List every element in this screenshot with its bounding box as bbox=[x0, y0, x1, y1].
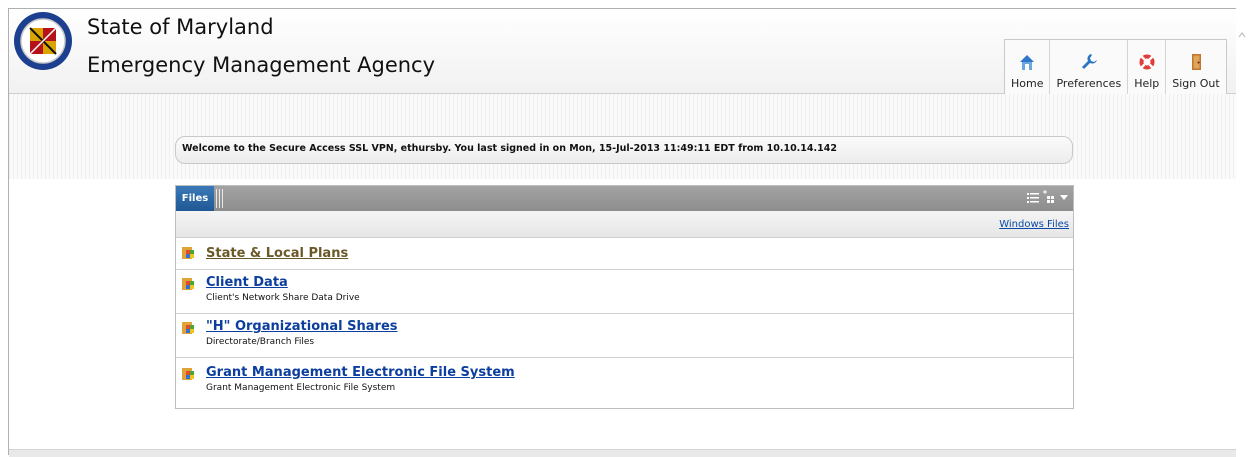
file-description: Client's Network Share Data Drive bbox=[206, 293, 360, 303]
file-description: Directorate/Branch Files bbox=[206, 337, 315, 347]
nav-help-label: Help bbox=[1134, 77, 1160, 90]
welcome-banner: Welcome to the Secure Access SSL VPN, et… bbox=[175, 136, 1073, 164]
windows-share-icon bbox=[182, 278, 194, 290]
nav-home-label: Home bbox=[1011, 77, 1044, 90]
agency-seal-logo bbox=[14, 12, 72, 70]
windows-share-icon bbox=[182, 247, 194, 259]
panel-toolbar bbox=[1027, 190, 1069, 204]
title-line-1: State of Maryland bbox=[87, 15, 274, 39]
page-header: State of Maryland Emergency Management A… bbox=[9, 9, 1236, 94]
file-link-state-local-plans[interactable]: State & Local Plans bbox=[206, 246, 348, 261]
windows-files-link[interactable]: Windows Files bbox=[999, 219, 1069, 230]
file-link-grant-management[interactable]: Grant Management Electronic File System bbox=[206, 365, 515, 380]
nav-help-button[interactable]: Help bbox=[1127, 40, 1165, 94]
nav-preferences-label: Preferences bbox=[1056, 77, 1122, 90]
file-link-h-organizational-shares[interactable]: "H" Organizational Shares bbox=[206, 319, 398, 334]
file-description: Grant Management Electronic File System bbox=[206, 383, 396, 393]
list-item: Client Data Client's Network Share Data … bbox=[176, 270, 1073, 314]
list-item: State & Local Plans bbox=[176, 238, 1073, 270]
nav-sign-out-label: Sign Out bbox=[1172, 77, 1220, 90]
panel-grip-handle bbox=[216, 189, 224, 208]
main-content: Welcome to the Secure Access SSL VPN, et… bbox=[9, 94, 1236, 449]
files-subbar: Windows Files bbox=[176, 211, 1073, 238]
nav-sign-out-button[interactable]: Sign Out bbox=[1165, 40, 1225, 94]
file-link-client-data[interactable]: Client Data bbox=[206, 275, 288, 290]
page-footer-bar bbox=[9, 449, 1236, 457]
list-item: "H" Organizational Shares Directorate/Br… bbox=[176, 314, 1073, 358]
add-item-icon[interactable] bbox=[1043, 190, 1055, 204]
files-panel: Files Windows Files State & Local Plans … bbox=[175, 185, 1074, 409]
nav-preferences-button[interactable]: Preferences bbox=[1049, 40, 1127, 94]
windows-share-icon bbox=[182, 322, 194, 334]
vpn-portal-window: State of Maryland Emergency Management A… bbox=[8, 8, 1236, 457]
wrench-icon bbox=[1081, 54, 1097, 69]
list-view-icon[interactable] bbox=[1027, 191, 1039, 203]
top-navigation: Home Preferences Help Sign Out bbox=[1004, 39, 1227, 94]
tab-files[interactable]: Files bbox=[176, 186, 214, 211]
list-item: Grant Management Electronic File System … bbox=[176, 358, 1073, 408]
scrollbar-arrow-icon[interactable] bbox=[1238, 30, 1246, 40]
files-panel-header: Files bbox=[176, 186, 1073, 211]
title-line-2: Emergency Management Agency bbox=[87, 53, 436, 77]
windows-share-icon bbox=[182, 368, 194, 380]
door-icon bbox=[1191, 54, 1201, 70]
home-icon bbox=[1020, 55, 1035, 70]
nav-home-button[interactable]: Home bbox=[1005, 40, 1049, 94]
lifebuoy-icon bbox=[1139, 54, 1155, 70]
chevron-down-icon[interactable] bbox=[1059, 192, 1069, 202]
